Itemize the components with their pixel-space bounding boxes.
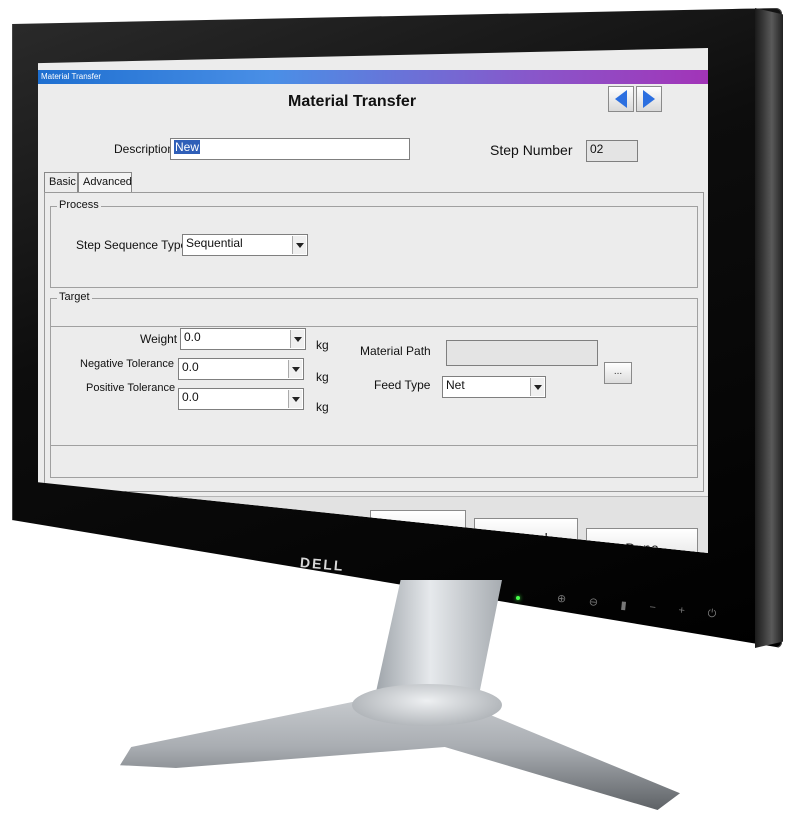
minus-icon: − bbox=[648, 601, 657, 615]
triangle-left-icon bbox=[615, 90, 627, 108]
step-sequence-type-label: Step Sequence Type bbox=[76, 238, 188, 252]
input-source-icon: ⊕ bbox=[556, 592, 567, 606]
negative-tolerance-input[interactable]: 0.0 bbox=[178, 358, 304, 380]
weight-label: Weight bbox=[140, 332, 178, 346]
weight-unit: kg bbox=[316, 338, 329, 352]
weight-value: 0.0 bbox=[184, 330, 201, 344]
negative-tolerance-unit: kg bbox=[316, 370, 329, 384]
feed-type-label: Feed Type bbox=[374, 378, 431, 392]
material-path-label: Material Path bbox=[360, 344, 431, 358]
form-title: Material Transfer bbox=[288, 93, 417, 110]
chevron-down-icon[interactable] bbox=[290, 330, 304, 348]
description-value: New bbox=[174, 140, 201, 154]
target-legend: Target bbox=[57, 291, 92, 303]
chevron-down-icon[interactable] bbox=[288, 390, 302, 408]
chevron-down-icon[interactable] bbox=[292, 236, 306, 254]
monitor-stand-hub bbox=[352, 684, 502, 726]
feed-type-value: Net bbox=[446, 378, 465, 392]
plus-icon: + bbox=[677, 604, 686, 618]
tab-advanced[interactable]: Advanced bbox=[78, 172, 132, 192]
step-number-label: Step Number bbox=[490, 142, 573, 158]
chevron-down-icon[interactable] bbox=[288, 360, 302, 378]
tab-basic[interactable]: Basic bbox=[44, 172, 78, 192]
power-led-icon bbox=[516, 596, 520, 600]
feed-type-select[interactable]: Net bbox=[442, 376, 546, 398]
browse-material-path-button[interactable]: ... bbox=[604, 362, 632, 384]
description-label: Description bbox=[114, 142, 175, 156]
triangle-right-icon bbox=[643, 90, 655, 108]
previous-step-button[interactable] bbox=[608, 86, 634, 112]
positive-tolerance-value: 0.0 bbox=[182, 390, 199, 404]
monitor-side-edge bbox=[755, 8, 783, 648]
window-titlebar: Material Transfer bbox=[38, 70, 708, 84]
material-path-field[interactable] bbox=[446, 340, 598, 366]
menu-icon: ⊖ bbox=[588, 596, 599, 609]
negative-tolerance-label: Negative Tolerance bbox=[80, 358, 174, 370]
process-legend: Process bbox=[57, 199, 101, 211]
weight-input[interactable]: 0.0 bbox=[180, 328, 306, 350]
positive-tolerance-input[interactable]: 0.0 bbox=[178, 388, 304, 410]
brand-logo: DELL bbox=[299, 554, 346, 574]
next-step-button[interactable] bbox=[636, 86, 662, 112]
application-window: Material Transfer Material Transfer Desc… bbox=[38, 48, 708, 553]
description-input[interactable]: New bbox=[170, 138, 410, 160]
step-sequence-type-value: Sequential bbox=[186, 236, 243, 250]
chevron-down-icon[interactable] bbox=[530, 378, 544, 396]
step-sequence-type-select[interactable]: Sequential bbox=[182, 234, 308, 256]
positive-tolerance-unit: kg bbox=[316, 400, 329, 414]
positive-tolerance-label: Positive Tolerance bbox=[86, 382, 176, 394]
brightness-icon: ▮ bbox=[619, 599, 628, 612]
step-number-field: 02 bbox=[586, 140, 638, 162]
negative-tolerance-value: 0.0 bbox=[182, 360, 199, 374]
